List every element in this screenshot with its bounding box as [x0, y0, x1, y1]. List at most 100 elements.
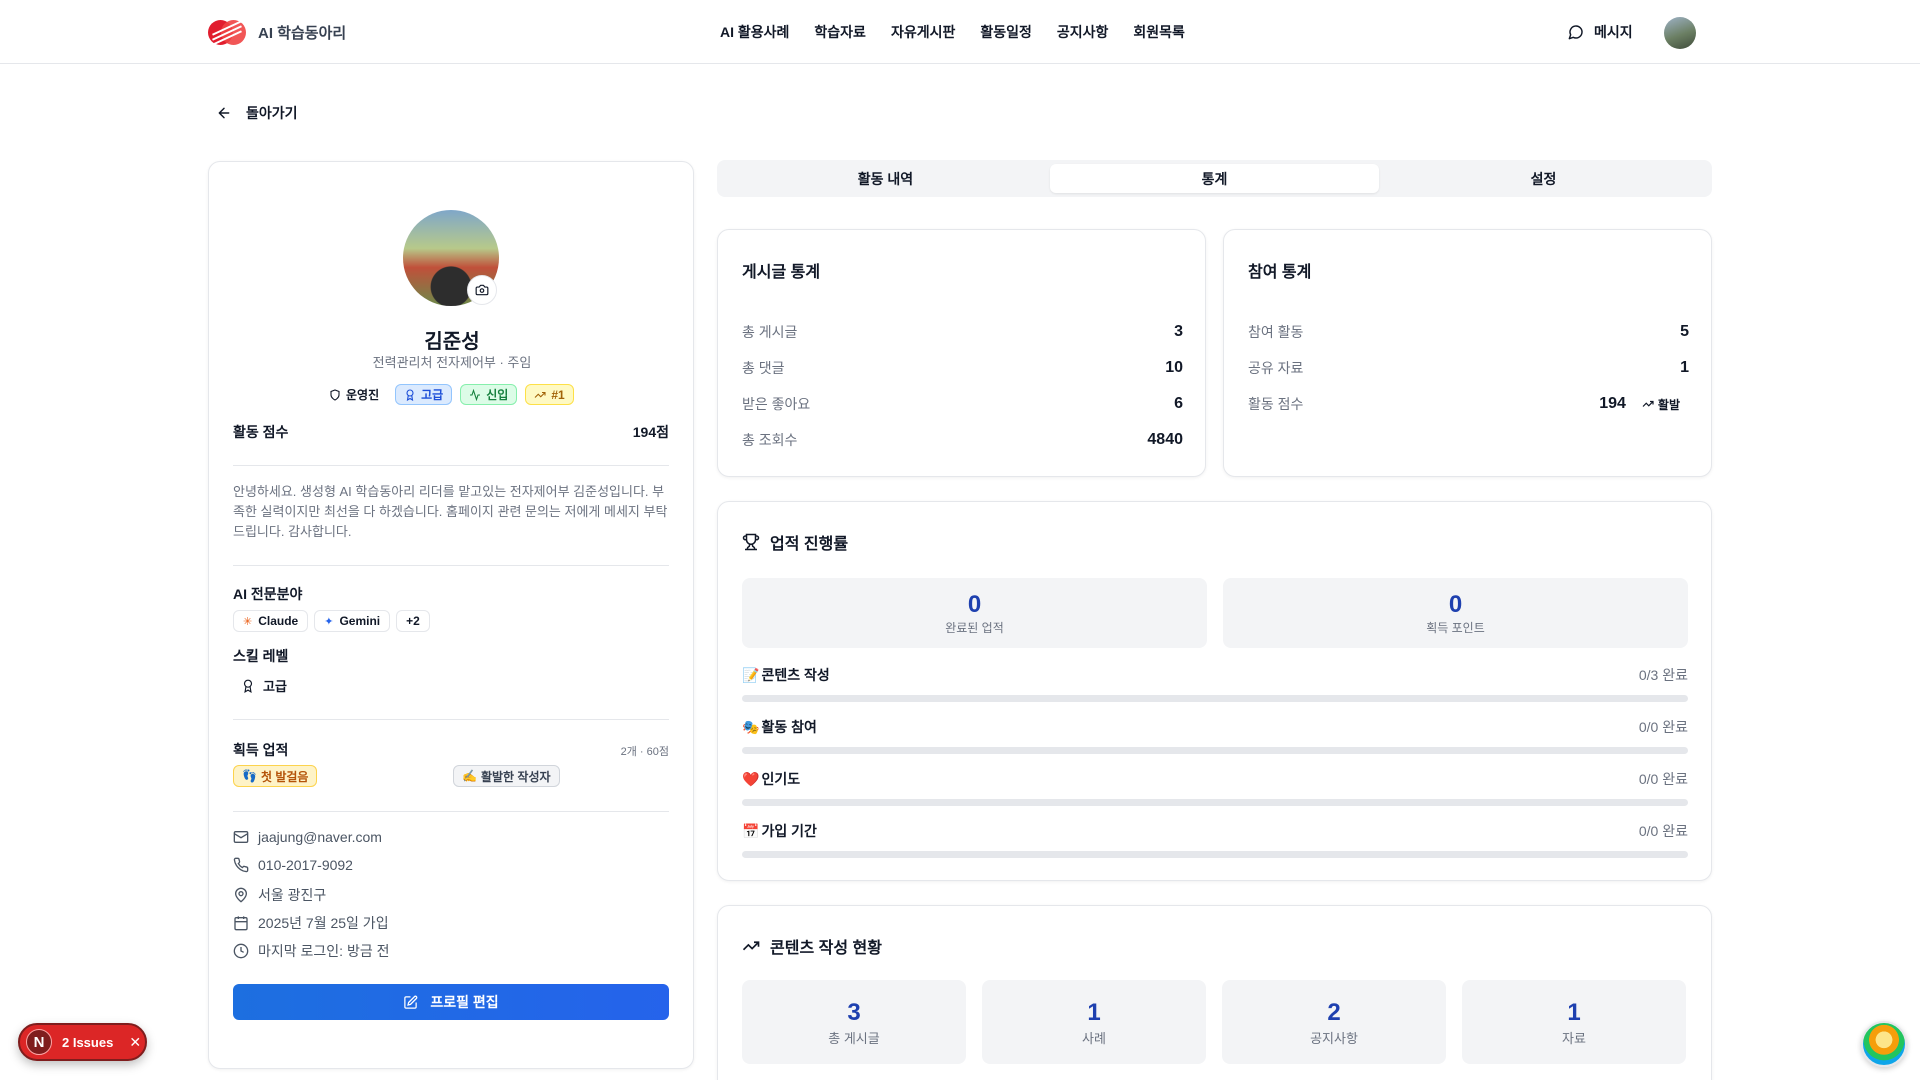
issues-count: 2 Issues	[62, 1034, 114, 1050]
progress-bar	[742, 799, 1688, 806]
memo-icon: 📝	[742, 666, 760, 683]
earned-points-box: 0 획득 포인트	[1223, 578, 1688, 648]
completed-achievements-box: 0 완료된 업적	[742, 578, 1207, 648]
nav-study-materials[interactable]: 학습자료	[814, 22, 866, 42]
nav-ai-cases[interactable]: AI 활용사례	[720, 22, 789, 42]
message-label: 메시지	[1594, 24, 1633, 40]
back-label: 돌아가기	[246, 105, 298, 121]
tab-activity[interactable]: 활동 내역	[721, 164, 1050, 193]
issues-badge[interactable]: N 2 Issues ✕	[18, 1023, 147, 1061]
progress-row-activity: 🎭 활동 참여 0/0 완료	[742, 717, 1688, 754]
chip-claude: ✳ Claude	[233, 610, 309, 632]
arrow-left-icon	[218, 107, 230, 119]
calendar-icon: 📅	[742, 822, 760, 839]
divider	[233, 465, 669, 466]
chip-more[interactable]: +2	[396, 610, 430, 632]
clock-icon	[233, 943, 249, 959]
award-icon	[406, 388, 414, 401]
calendar-icon	[234, 916, 248, 931]
nav-notices[interactable]: 공지사항	[1057, 22, 1109, 42]
next-logo-icon: N	[26, 1029, 52, 1055]
participation-stats-title: 참여 통계	[1248, 264, 1312, 281]
stat-row: 총 조회수 4840	[742, 431, 1183, 448]
stat-row: 총 게시글 3	[742, 323, 1183, 340]
progress-row-membership: 📅 가입 기간 0/0 완료	[742, 821, 1688, 858]
contact-last-login: 마지막 로그인: 방금 전	[233, 941, 389, 961]
content-status-title: 콘텐츠 작성 현황	[742, 934, 882, 958]
message-icon	[1568, 25, 1583, 40]
theater-icon: 🎭	[742, 718, 760, 735]
stat-row: 총 댓글 10	[742, 359, 1183, 376]
stat-row: 받은 좋아요 6	[742, 395, 1183, 412]
edit-icon	[404, 995, 418, 1009]
edit-profile-button[interactable]: 프로필 편집	[233, 984, 669, 1020]
post-stats-title: 게시글 통계	[742, 264, 821, 281]
progress-bar	[742, 747, 1688, 754]
progress-row-popularity: ❤️ 인기도 0/0 완료	[742, 769, 1688, 806]
nav-members[interactable]: 회원목록	[1133, 22, 1185, 42]
skill-level-title: 스킬 레벨	[233, 648, 289, 664]
role-badge: 운영진	[321, 384, 387, 405]
footprints-icon: 👣	[242, 769, 257, 783]
achievement-progress-card: 업적 진행률 0 완료된 업적 0 획득 포인트 📝 콘텐츠 작성 0/3 완료 🎭…	[717, 501, 1712, 881]
post-stats-card: 게시글 통계 총 게시글 3 총 댓글 10 받은 좋아요 6 총 조회수 4840	[717, 229, 1206, 477]
activity-score-label: 활동 점수	[233, 424, 289, 440]
achievement-badge: ✍️ 활발한 작성자	[453, 765, 560, 787]
profile-badges: 운영진 고급 신입 #1	[321, 384, 574, 405]
activity-score-row: 활동 점수 194점	[233, 422, 669, 442]
divider	[233, 565, 669, 566]
brand-logo[interactable]: AI 학습동아리	[208, 20, 347, 46]
trophy-icon	[742, 533, 760, 551]
assistant-launcher-button[interactable]	[1861, 1021, 1907, 1067]
shield-icon	[330, 388, 340, 401]
ai-expertise-chips: ✳ Claude ✦ Gemini +2	[233, 610, 430, 632]
achievements-meta: 2개 · 60점	[620, 746, 669, 758]
chip-gemini: ✦ Gemini	[314, 610, 391, 632]
writing-hand-icon: ✍️	[462, 769, 477, 783]
new-member-badge: 신입	[460, 384, 518, 405]
gemini-icon: ✦	[324, 615, 334, 628]
tab-settings[interactable]: 설정	[1379, 164, 1708, 193]
stat-row: 활동 점수 194 활발	[1248, 395, 1680, 412]
logo-mark-icon	[208, 20, 246, 46]
user-avatar[interactable]	[1664, 17, 1696, 49]
change-photo-button[interactable]	[467, 275, 497, 305]
stat-row: 참여 활동 5	[1248, 323, 1689, 340]
nav-free-board[interactable]: 자유게시판	[891, 22, 955, 42]
back-button[interactable]: 돌아가기	[216, 103, 298, 123]
content-box-total: 3총 게시글	[742, 980, 966, 1064]
profile-department: 전력관리처 전자제어부 · 주임	[372, 355, 532, 370]
award-icon	[243, 679, 253, 693]
trending-up-icon	[534, 391, 546, 398]
top-header: AI 학습동아리 AI 활용사례 학습자료 자유게시판 활동일정 공지사항 회원…	[0, 0, 1920, 64]
brand-name: AI 학습동아리	[258, 25, 347, 42]
main-nav: AI 활용사례 학습자료 자유게시판 활동일정 공지사항 회원목록	[720, 22, 1185, 42]
profile-name: 김준성	[424, 331, 480, 353]
trending-up-icon	[1642, 400, 1654, 407]
profile-bio: 안녕하세요. 생성형 AI 학습동아리 리더를 맡고있는 전자제어부 김준성입니…	[233, 484, 668, 539]
phone-icon	[233, 857, 249, 873]
contact-phone[interactable]: 010-2017-9092	[233, 857, 353, 873]
heart-icon: ❤️	[742, 770, 760, 787]
contact-location: 서울 광진구	[233, 885, 326, 905]
nav-schedule[interactable]: 활동일정	[980, 22, 1032, 42]
claude-icon: ✳	[243, 615, 253, 628]
progress-row-content: 📝 콘텐츠 작성 0/3 완료	[742, 665, 1688, 702]
profile-card: 김준성 전력관리처 전자제어부 · 주임 운영진 고급 신입 #1 활동 점수 …	[208, 161, 694, 1069]
progress-bar	[742, 851, 1688, 858]
close-icon[interactable]: ✕	[129, 1034, 141, 1051]
trending-up-icon	[742, 941, 760, 951]
content-box-materials: 1 자료	[1462, 980, 1686, 1064]
contact-email[interactable]: jaajung@naver.com	[233, 829, 382, 845]
tab-stats[interactable]: 통계	[1050, 164, 1379, 193]
camera-icon	[475, 284, 489, 296]
mail-icon	[233, 831, 249, 843]
participation-stats-card: 참여 통계 참여 활동 5 공유 자료 1 활동 점수 194 활발	[1223, 229, 1712, 477]
content-status-card: 콘텐츠 작성 현황 3총 게시글 1 사례 2 공지사항 1 자료	[717, 905, 1712, 1080]
stat-row: 공유 자료 1	[1248, 359, 1689, 376]
divider	[233, 811, 669, 812]
achievement-badge: 👣 첫 발걸음	[233, 765, 318, 787]
map-pin-icon	[234, 887, 248, 903]
message-button[interactable]: 메시지	[1568, 22, 1633, 42]
rank-badge: #1	[525, 384, 574, 405]
